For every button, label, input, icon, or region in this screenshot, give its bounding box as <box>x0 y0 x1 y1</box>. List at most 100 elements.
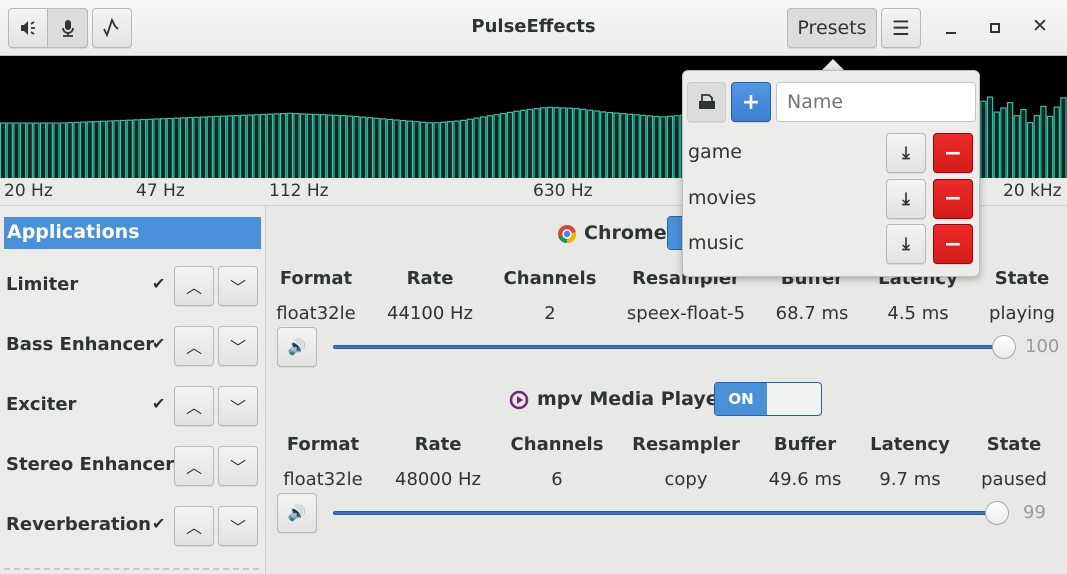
move-down-button[interactable]: ﹀ <box>218 326 258 366</box>
spectrum-bar <box>1033 115 1040 178</box>
freq-label: 20 kHz <box>1003 181 1062 201</box>
column-value: 2 <box>544 303 556 324</box>
column-value: paused <box>981 469 1047 490</box>
spectrum-bar <box>99 120 107 178</box>
spectrum-bar <box>980 100 987 178</box>
spectrum-bar <box>393 119 400 178</box>
enabled-check-icon: ✔ <box>152 394 166 413</box>
move-down-button[interactable]: ﹀ <box>218 386 258 426</box>
mute-button[interactable]: 🔊 <box>277 327 317 367</box>
move-up-button[interactable]: ︿ <box>174 446 214 486</box>
spectrum-bar <box>373 117 380 178</box>
chevron-down-icon: ﹀ <box>229 458 246 477</box>
move-down-button[interactable]: ﹀ <box>218 266 258 306</box>
remove-preset-button[interactable]: − <box>933 133 973 173</box>
effect-label: Limiter <box>6 274 79 295</box>
volume-icon: 🔊 <box>287 338 307 356</box>
column-header: Format <box>286 434 360 455</box>
move-up-button[interactable]: ︿ <box>174 326 214 366</box>
spectrum-bar <box>566 107 574 178</box>
spectrum-bar <box>573 107 580 178</box>
spectrum-bar <box>299 113 307 178</box>
spectrum-bar <box>159 118 167 178</box>
sidebar-item[interactable]: Stereo Enhancer ︿ ﹀ <box>0 446 266 486</box>
mute-button[interactable]: 🔊 <box>277 493 317 533</box>
volume-slider[interactable] <box>333 345 1004 349</box>
volume-slider-knob[interactable] <box>992 335 1016 359</box>
preset-name: movies <box>688 186 757 209</box>
spectrum-bar <box>320 114 327 178</box>
column-value: 4.5 ms <box>887 303 949 324</box>
spectrum-bar <box>420 121 427 178</box>
plus-icon: + <box>741 89 761 115</box>
preset-row[interactable]: movies ⤓ − <box>683 178 979 219</box>
move-up-button[interactable]: ︿ <box>174 266 214 306</box>
save-preset-button[interactable]: ⤓ <box>886 178 926 219</box>
sidebar-item[interactable]: Bass Enhancer ✔ ︿ ﹀ <box>0 326 266 366</box>
spectrum-bar <box>126 119 133 178</box>
spectrum-bar <box>486 115 494 178</box>
spectrum-bar <box>1040 105 1047 178</box>
volume-slider[interactable] <box>333 511 998 515</box>
preset-name-input[interactable] <box>776 82 976 122</box>
menu-icon: ☰ <box>892 16 910 40</box>
spectrum-bar <box>493 114 500 178</box>
spectrum-bar <box>66 122 73 178</box>
presets-button[interactable]: Presets <box>787 8 877 48</box>
volume-value: 99 <box>1023 502 1046 523</box>
sidebar-item[interactable]: Exciter ✔ ︿ ﹀ <box>0 386 266 426</box>
remove-preset-button[interactable]: − <box>933 224 973 264</box>
move-down-button[interactable]: ﹀ <box>218 506 258 546</box>
maximize-button[interactable] <box>984 17 1006 39</box>
sidebar-item-applications[interactable]: Applications <box>4 217 261 249</box>
switch-on-label: ON <box>715 383 767 415</box>
preset-row[interactable]: game ⤓ − <box>683 133 979 173</box>
spectrum-bar <box>1026 122 1034 178</box>
spectrum-bar <box>640 114 647 178</box>
close-button[interactable]: ✕ <box>1029 15 1051 39</box>
save-icon: ⤓ <box>902 188 910 209</box>
spectrum-bar <box>313 113 320 178</box>
spectrum-bar <box>73 121 80 178</box>
column-header: State <box>994 268 1050 289</box>
save-preset-button[interactable]: ⤓ <box>886 224 926 264</box>
spectrum-bar <box>366 117 374 178</box>
column-value: float32le <box>283 469 363 490</box>
menu-button[interactable]: ☰ <box>881 8 921 48</box>
spectrum-bar <box>33 122 40 178</box>
spectrum-bar <box>626 113 634 178</box>
add-preset-button[interactable]: + <box>731 82 771 122</box>
chevron-up-icon: ︿ <box>185 458 202 477</box>
spectrum-bar <box>1020 109 1027 178</box>
minus-icon: − <box>943 186 963 211</box>
import-preset-button[interactable] <box>687 82 726 122</box>
column-value: 9.7 ms <box>879 469 941 490</box>
save-preset-button[interactable]: ⤓ <box>886 133 926 173</box>
sidebar-item[interactable]: Reverberation ✔ ︿ ﹀ <box>0 506 266 546</box>
column-header: Channels <box>503 268 597 289</box>
chevron-up-icon: ︿ <box>185 398 202 417</box>
spectrum-bar <box>59 122 67 178</box>
spectrum-bar <box>586 109 594 178</box>
preset-name: game <box>688 141 742 163</box>
spectrum-bar <box>986 96 994 178</box>
spectrum-bar <box>213 115 220 178</box>
spectrum-bar <box>526 108 534 178</box>
move-up-button[interactable]: ︿ <box>174 386 214 426</box>
spectrum-bar <box>133 119 140 178</box>
spectrum-bar <box>613 112 620 178</box>
spectrum-bar <box>233 115 240 178</box>
volume-slider-knob[interactable] <box>985 501 1010 525</box>
sidebar-item[interactable]: Limiter ✔ ︿ ﹀ <box>0 266 266 306</box>
app-enable-switch[interactable]: ON <box>714 382 822 416</box>
spectrum-bar <box>353 115 360 178</box>
spectrum-bar <box>306 113 314 178</box>
move-down-button[interactable]: ﹀ <box>218 446 258 486</box>
move-up-button[interactable]: ︿ <box>174 506 214 546</box>
remove-preset-button[interactable]: − <box>933 178 973 219</box>
effect-label: Exciter <box>6 394 77 415</box>
spectrum-bar <box>620 113 627 178</box>
spectrum-bar <box>593 110 600 178</box>
preset-row[interactable]: music ⤓ − <box>683 224 979 264</box>
minimize-button[interactable] <box>940 18 962 40</box>
